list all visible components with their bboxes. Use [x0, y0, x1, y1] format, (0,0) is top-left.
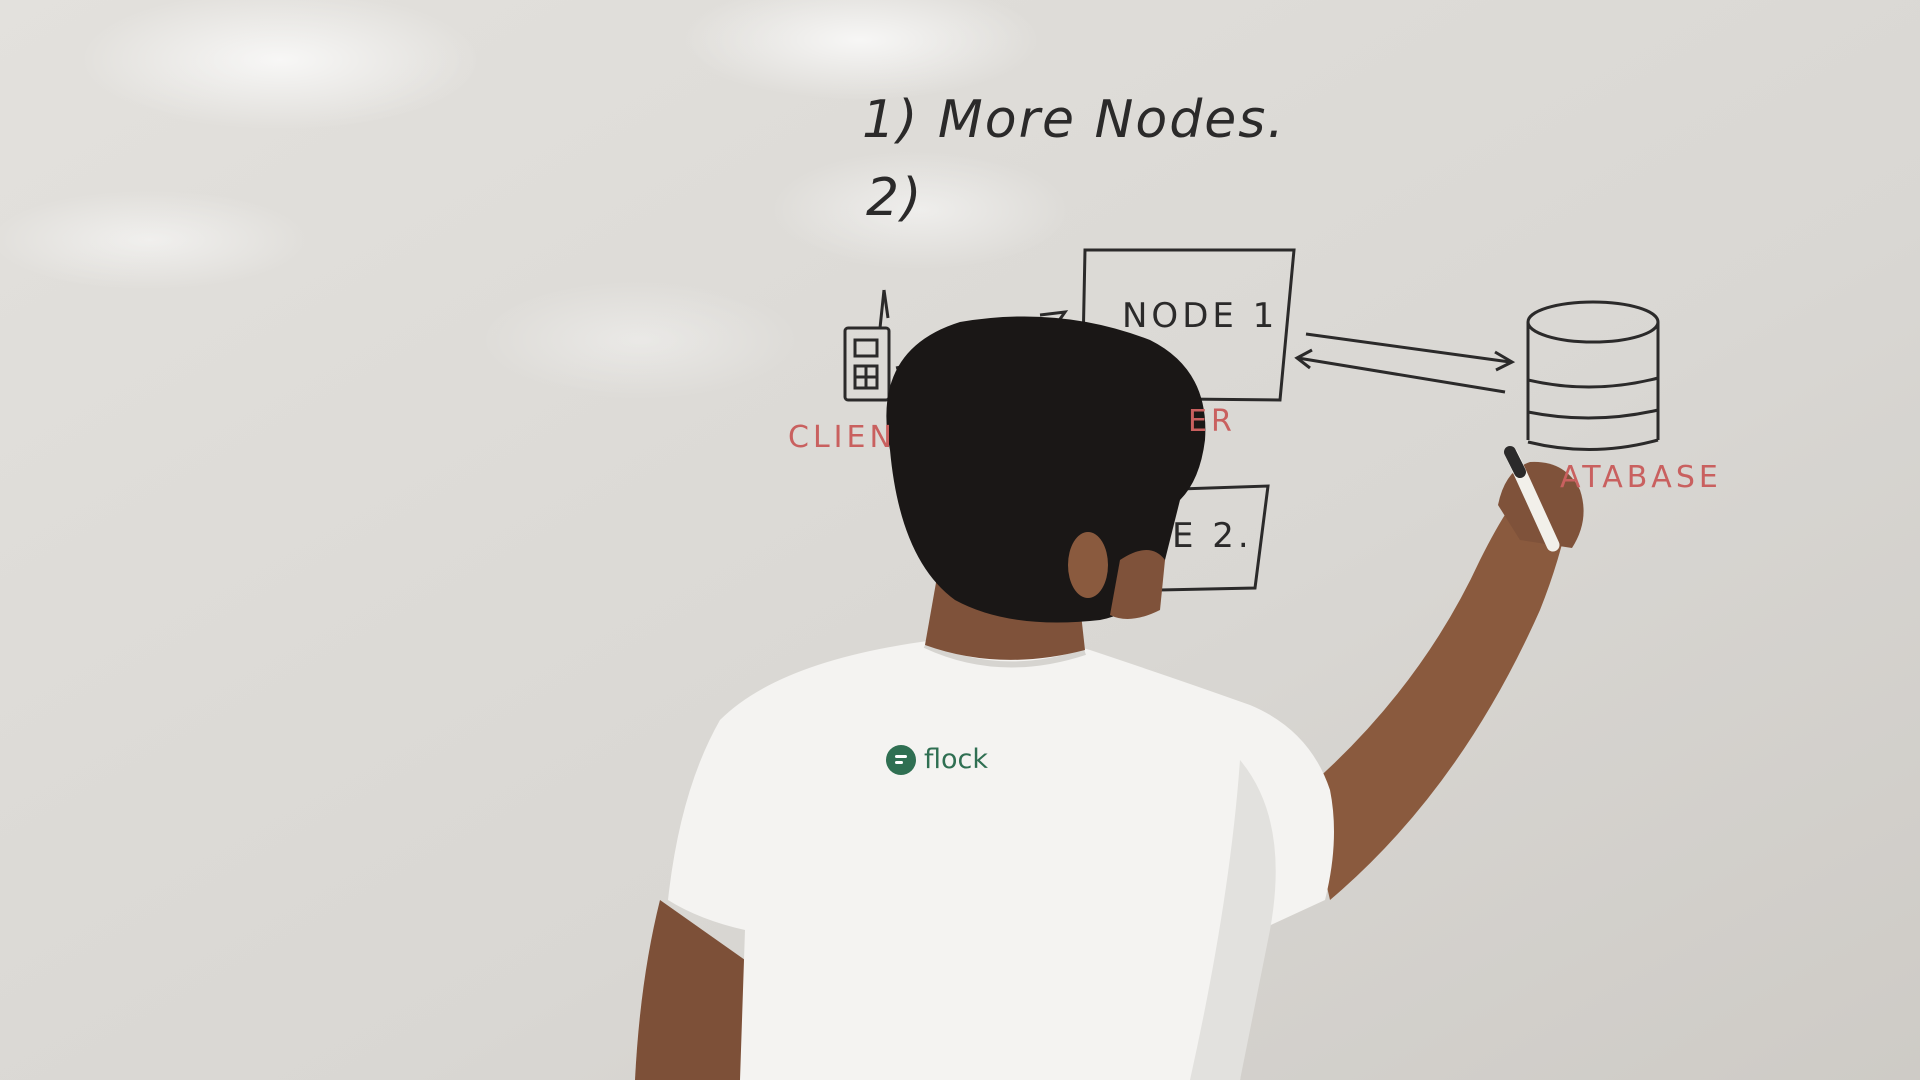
list-item-1: 1) More Nodes.	[862, 90, 1286, 150]
client-label: CLIEN	[788, 420, 896, 455]
glare	[480, 280, 800, 400]
shirt-logo-text: flock	[924, 744, 989, 775]
shirt-logo: flock	[886, 744, 988, 775]
whiteboard-scene	[0, 0, 1920, 1080]
node1-label: NODE 1	[1122, 296, 1279, 336]
server-label: ER	[1188, 404, 1236, 439]
flock-logo-icon	[886, 744, 916, 775]
glare	[0, 190, 310, 290]
node2-label: E 2.	[1172, 516, 1253, 556]
person-ear	[1068, 532, 1108, 598]
database-label: ATABASE	[1560, 460, 1722, 495]
list-item-2: 2)	[866, 168, 924, 228]
